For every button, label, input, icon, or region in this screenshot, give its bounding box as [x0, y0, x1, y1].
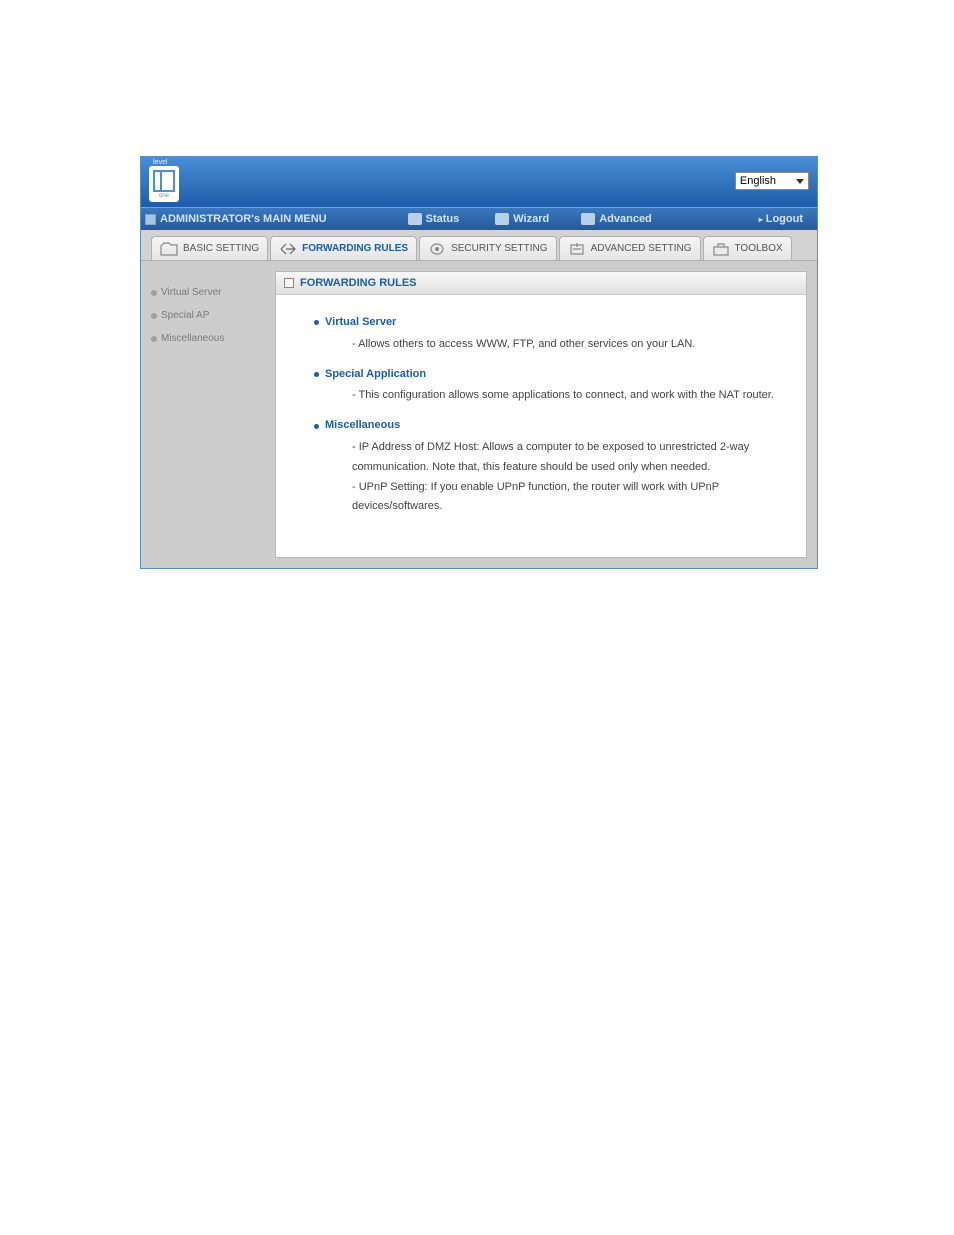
advanced-icon	[581, 213, 595, 225]
menu-icon	[145, 214, 156, 225]
top-menu-bar: ADMINISTRATOR's MAIN MENU Status Wizard …	[141, 207, 817, 230]
language-select[interactable]: English	[735, 172, 809, 190]
status-icon	[408, 213, 422, 225]
tab-advanced-setting[interactable]: ADVANCED SETTING	[559, 236, 701, 260]
section-virtual-server: Virtual Server - Allows others to access…	[314, 313, 788, 355]
panel-body: Virtual Server - Allows others to access…	[276, 295, 806, 557]
section-tabs: BASIC SETTING FORWARDING RULES SECURITY …	[141, 230, 817, 261]
tab-forwarding-rules[interactable]: FORWARDING RULES	[270, 236, 417, 260]
wizard-icon	[495, 213, 509, 225]
toolbox-icon	[712, 242, 730, 256]
advanced-setting-icon	[568, 242, 586, 256]
panel-icon	[284, 278, 294, 288]
nav-advanced[interactable]: Advanced	[575, 213, 658, 225]
section-special-application: Special Application - This configuration…	[314, 365, 788, 407]
brand-text-top: level	[153, 159, 167, 166]
sidebar-item-miscellaneous[interactable]: Miscellaneous	[141, 327, 275, 350]
menu-title: ADMINISTRATOR's MAIN MENU	[145, 213, 327, 225]
router-admin-page: level one English ADMINISTRATOR's MAIN M…	[140, 156, 818, 569]
brand-logo: one	[149, 166, 179, 202]
security-icon	[428, 242, 446, 256]
folder-icon	[160, 242, 178, 256]
tab-basic-setting[interactable]: BASIC SETTING	[151, 236, 268, 260]
sidebar-item-virtual-server[interactable]: Virtual Server	[141, 281, 275, 304]
nav-wizard[interactable]: Wizard	[489, 213, 555, 225]
header-banner: level one English	[141, 157, 817, 207]
language-value: English	[740, 175, 776, 187]
chevron-down-icon	[796, 179, 804, 184]
tab-toolbox[interactable]: TOOLBOX	[703, 236, 792, 260]
logout-link[interactable]: Logout	[759, 213, 813, 225]
nav-status[interactable]: Status	[402, 213, 466, 225]
body-area: Virtual Server Special AP Miscellaneous …	[141, 261, 817, 568]
tab-security-setting[interactable]: SECURITY SETTING	[419, 236, 557, 260]
sidebar-item-special-ap[interactable]: Special AP	[141, 304, 275, 327]
panel-header: FORWARDING RULES	[276, 272, 806, 295]
section-miscellaneous: Miscellaneous - IP Address of DMZ Host: …	[314, 416, 788, 517]
brand-text-bottom: one	[159, 193, 169, 199]
sidebar: Virtual Server Special AP Miscellaneous	[141, 261, 275, 568]
content-panel: FORWARDING RULES Virtual Server - Allows…	[275, 271, 807, 558]
forwarding-icon	[279, 242, 297, 256]
